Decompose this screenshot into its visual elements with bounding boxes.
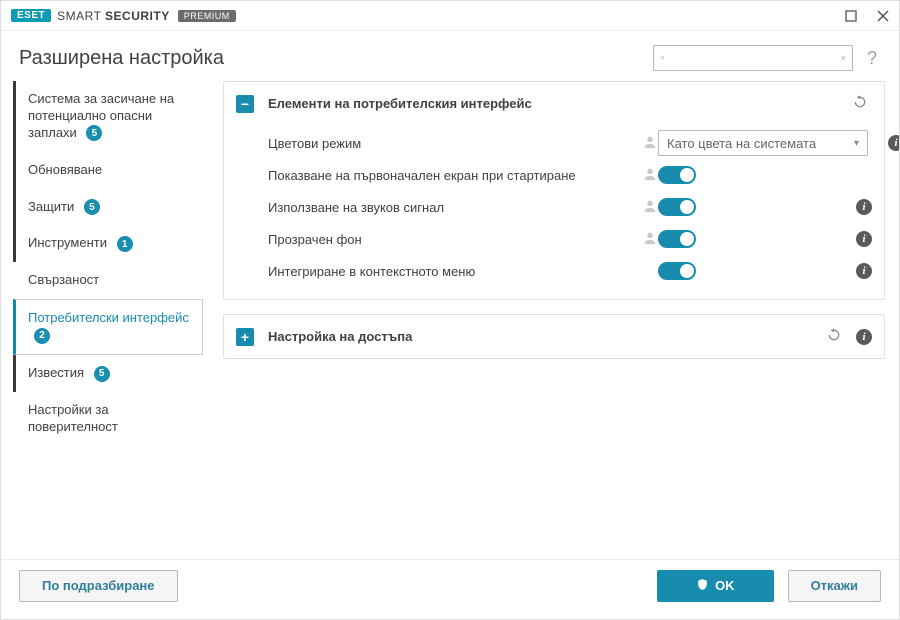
sidebar-item-label: Свързаност: [28, 272, 99, 287]
sidebar-item-ui[interactable]: Потребителски интерфейс 2: [13, 299, 203, 355]
main-content: − Елементи на потребителския интерфейс Ц…: [211, 81, 899, 559]
brand: ESET SMART SECURITY PREMIUM: [11, 9, 236, 23]
brand-edition-badge: PREMIUM: [178, 10, 236, 22]
sidebar-item-update[interactable]: Обновяване: [13, 152, 203, 189]
brand-security: SECURITY: [105, 9, 170, 23]
search-input[interactable]: [665, 51, 841, 66]
button-label: Откажи: [811, 578, 858, 593]
user-icon: [642, 166, 658, 185]
info-icon[interactable]: i: [856, 263, 872, 279]
defaults-button[interactable]: По подразбиране: [19, 570, 178, 602]
setting-label: Показване на първоначален екран при стар…: [268, 168, 598, 183]
reset-section-button[interactable]: [848, 92, 872, 115]
sidebar: Система за засичане на потенциално опасн…: [1, 81, 211, 559]
button-label: По подразбиране: [42, 578, 155, 593]
setting-label: Прозрачен фон: [268, 232, 598, 247]
setting-label: Интегриране в контекстното меню: [268, 264, 598, 279]
panel-title: Настройка на достъпа: [268, 329, 412, 344]
context-menu-toggle[interactable]: [658, 262, 696, 280]
sidebar-item-protections[interactable]: Защити 5: [13, 189, 203, 226]
sidebar-badge: 5: [84, 199, 100, 215]
search-box[interactable]: [653, 45, 853, 71]
select-value: Като цвета на системата: [667, 136, 816, 151]
sound-toggle[interactable]: [658, 198, 696, 216]
sidebar-badge: 5: [94, 366, 110, 382]
title-bar: ESET SMART SECURITY PREMIUM: [1, 1, 899, 31]
brand-smart: SMART: [57, 9, 101, 23]
row-context-menu: Интегриране в контекстното меню i: [268, 255, 872, 287]
window-controls: [843, 8, 891, 24]
footer: По подразбиране OK Откажи: [1, 559, 899, 611]
maximize-button[interactable]: [843, 8, 859, 24]
expand-icon[interactable]: +: [236, 328, 254, 346]
sidebar-item-label: Известия: [28, 365, 84, 380]
page-title: Разширена настройка: [19, 47, 224, 70]
sidebar-item-label: Защити: [28, 199, 74, 214]
sidebar-item-connectivity[interactable]: Свързаност: [13, 262, 203, 299]
brand-text: SMART SECURITY: [57, 9, 170, 23]
setting-label: Използване на звуков сигнал: [268, 200, 598, 215]
panel-header: − Елементи на потребителския интерфейс: [224, 82, 884, 125]
page-header: Разширена настройка ?: [1, 31, 899, 81]
setting-label: Цветови режим: [268, 136, 598, 151]
sidebar-item-privacy[interactable]: Настройки за поверителност: [13, 392, 203, 446]
sidebar-item-label: Инструменти: [28, 235, 107, 250]
chevron-down-icon: ▾: [854, 138, 859, 149]
row-transparent: Прозрачен фон i: [268, 223, 872, 255]
info-icon[interactable]: i: [856, 329, 872, 345]
button-label: OK: [715, 578, 735, 593]
collapse-icon[interactable]: −: [236, 95, 254, 113]
sidebar-item-label: Потребителски интерфейс: [28, 310, 189, 325]
row-color-mode: Цветови режим Като цвета на системата ▾ …: [268, 127, 872, 159]
row-splash: Показване на първоначален екран при стар…: [268, 159, 872, 191]
clear-search-icon[interactable]: [841, 52, 846, 64]
shield-icon: [696, 578, 709, 594]
reset-section-button[interactable]: [822, 325, 846, 348]
sidebar-badge: 2: [34, 328, 50, 344]
info-icon[interactable]: i: [856, 199, 872, 215]
sidebar-item-notifications[interactable]: Известия 5: [13, 355, 203, 392]
user-icon: [642, 198, 658, 217]
panel-ui-elements: − Елементи на потребителския интерфейс Ц…: [223, 81, 885, 300]
panel-title: Елементи на потребителския интерфейс: [268, 96, 532, 111]
info-icon[interactable]: i: [856, 231, 872, 247]
user-icon: [642, 134, 658, 153]
sidebar-item-label: Настройки за поверителност: [28, 402, 118, 434]
cancel-button[interactable]: Откажи: [788, 570, 881, 602]
info-icon[interactable]: i: [888, 135, 899, 151]
sidebar-badge: 5: [86, 125, 102, 141]
help-button[interactable]: ?: [863, 48, 881, 69]
panel-header: + Настройка на достъпа i: [224, 315, 884, 358]
panel-body: Цветови режим Като цвета на системата ▾ …: [224, 125, 884, 299]
user-icon: [642, 230, 658, 249]
transparent-toggle[interactable]: [658, 230, 696, 248]
row-sound: Използване на звуков сигнал i: [268, 191, 872, 223]
sidebar-item-label: Обновяване: [28, 162, 102, 177]
close-button[interactable]: [875, 8, 891, 24]
splash-toggle[interactable]: [658, 166, 696, 184]
sidebar-item-tools[interactable]: Инструменти 1: [13, 225, 203, 262]
panel-access-setup: + Настройка на достъпа i: [223, 314, 885, 359]
sidebar-badge: 1: [117, 236, 133, 252]
brand-eset: ESET: [11, 9, 51, 22]
color-mode-select[interactable]: Като цвета на системата ▾: [658, 130, 868, 156]
sidebar-item-detection[interactable]: Система за засичане на потенциално опасн…: [13, 81, 203, 152]
ok-button[interactable]: OK: [657, 570, 774, 602]
